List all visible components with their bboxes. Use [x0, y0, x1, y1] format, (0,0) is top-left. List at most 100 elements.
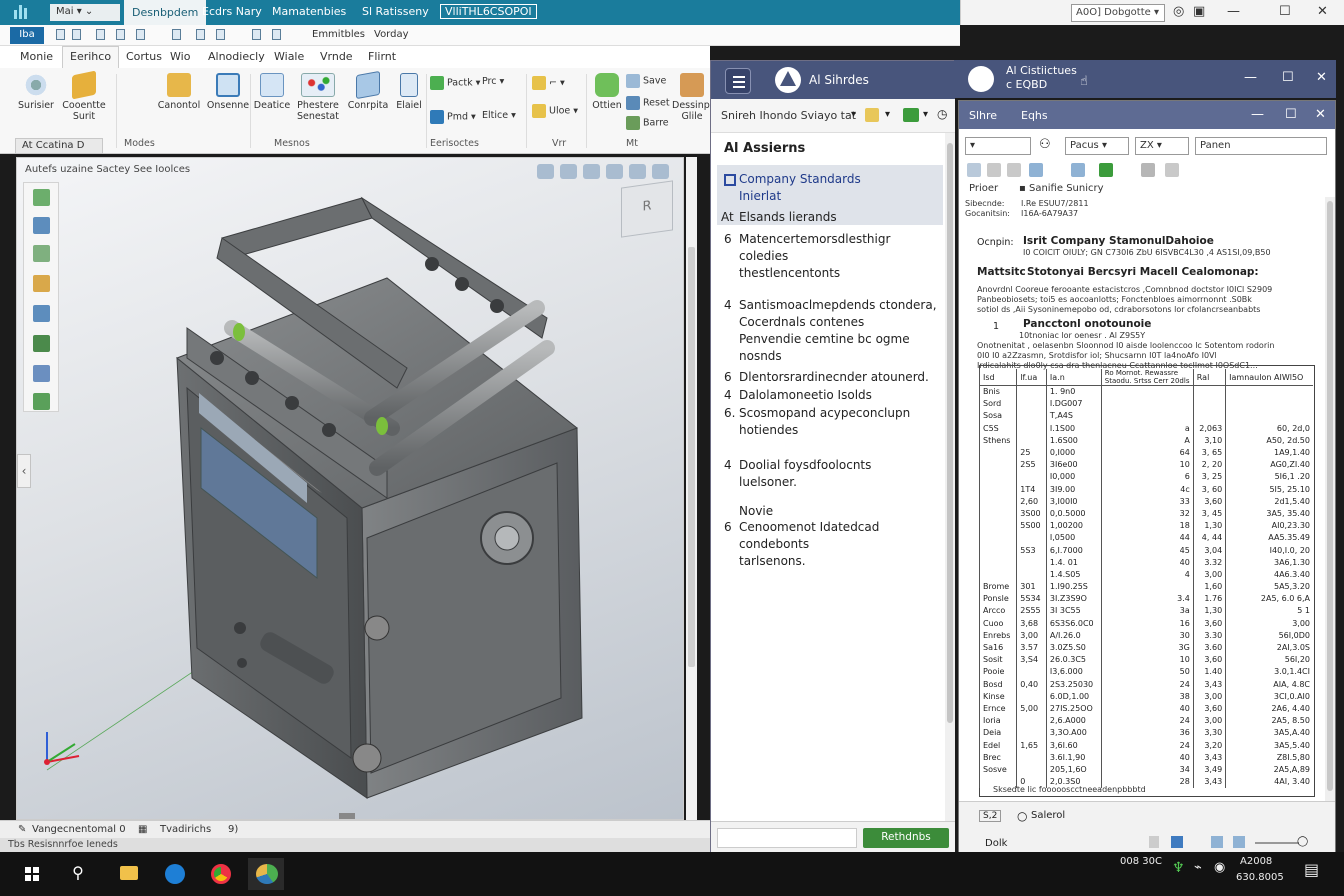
- deatice-button[interactable]: Deatice: [252, 73, 292, 111]
- list-item[interactable]: 4 Santismoaclmepdends ctondera, Cocerdna…: [711, 297, 943, 365]
- grid-icon[interactable]: [967, 163, 981, 177]
- menu-icon[interactable]: [725, 68, 751, 94]
- table-icon[interactable]: [1071, 163, 1085, 177]
- folder-icon[interactable]: [865, 108, 879, 122]
- dessinpra-button[interactable]: Dessinpra Glile: [672, 73, 719, 122]
- cad-model[interactable]: [17, 158, 684, 820]
- cad-scrollbar[interactable]: [686, 157, 697, 820]
- select-icon[interactable]: [216, 29, 225, 40]
- title-tab-1[interactable]: Desnbpdem: [124, 0, 207, 25]
- history-icon[interactable]: ◷: [937, 107, 947, 121]
- prc-button[interactable]: Prc ▾: [482, 76, 504, 87]
- maximize-icon[interactable]: ☐: [1285, 107, 1297, 122]
- save-icon[interactable]: [96, 29, 105, 40]
- coordinate-button[interactable]: Cooentte Surit: [58, 70, 110, 122]
- doc-dropdown-3[interactable]: ZX ▾: [1135, 137, 1189, 155]
- 3d-viewport[interactable]: Autefs uzaine Sactey See Ioolces R ‹: [16, 157, 684, 820]
- close-icon[interactable]: ✕: [1316, 70, 1327, 85]
- sketcher-button[interactable]: Surisier: [14, 73, 58, 111]
- reset-small-button[interactable]: Reset: [626, 96, 670, 110]
- scroll-thumb[interactable]: [1327, 201, 1333, 791]
- minimize-icon[interactable]: —: [1227, 4, 1240, 19]
- list-item[interactable]: 6. Scosmopand acypeconclupn hotiendes: [711, 405, 943, 439]
- list-item[interactable]: 6 Matencertemorsdlesthigr coledies thest…: [711, 231, 943, 282]
- comment-icon[interactable]: [1233, 836, 1245, 848]
- zoom-slider[interactable]: [1255, 842, 1299, 844]
- doc-dropdown-4[interactable]: Panen: [1195, 137, 1327, 155]
- status-mid[interactable]: Tvadirichs: [160, 824, 211, 835]
- doc-dropdown-2[interactable]: Pacus ▾: [1065, 137, 1129, 155]
- link-icon[interactable]: [987, 163, 1001, 177]
- elaiel-button[interactable]: Elaiel: [392, 73, 426, 111]
- toolbar-dropdown-icon[interactable]: ▾: [851, 109, 856, 120]
- quick-access-menu[interactable]: Mai ▾ ⌄: [50, 4, 120, 21]
- uloe-button[interactable]: Uloe ▾: [532, 104, 578, 118]
- list-item[interactable]: 4 Doolial foysdfoolocnts luelsoner.: [711, 457, 943, 491]
- save-small-button[interactable]: Save: [626, 74, 666, 88]
- tab-cortus[interactable]: Cortus: [126, 50, 162, 63]
- list-item[interactable]: 4 Dalolamoneetio Isolds: [711, 387, 943, 404]
- user-add-icon[interactable]: ⚇: [1039, 137, 1051, 152]
- edge-browser-icon[interactable]: [156, 858, 192, 890]
- close-icon[interactable]: ✕: [1315, 107, 1326, 122]
- chrome-browser-icon[interactable]: [202, 858, 238, 890]
- tab-wiale[interactable]: Wiale: [274, 50, 304, 63]
- maximize-icon[interactable]: ☐: [1282, 70, 1294, 85]
- hand-icon[interactable]: ☝: [1080, 74, 1088, 89]
- ai-prompt-input[interactable]: [717, 828, 857, 848]
- scroll-thumb[interactable]: [947, 143, 953, 723]
- quick-label-1[interactable]: Emmitbles: [312, 29, 365, 40]
- quick-label-2[interactable]: Vorday: [374, 29, 409, 40]
- tray-sound-icon[interactable]: ◉: [1214, 860, 1225, 875]
- toolbar-dropdown-icon[interactable]: ▾: [923, 109, 928, 120]
- doc-label-style[interactable]: ▪ Sanifie Sunicry: [1019, 183, 1104, 194]
- conrpita-button[interactable]: Conrpita: [346, 70, 390, 111]
- tag-icon[interactable]: [1007, 163, 1021, 177]
- notifications-icon[interactable]: ▤: [1304, 860, 1319, 879]
- drop-icon[interactable]: [1165, 163, 1179, 177]
- onsenne-button[interactable]: Onsenne: [206, 73, 250, 111]
- file-explorer-icon[interactable]: [110, 858, 146, 890]
- doc-scrollbar[interactable]: [1325, 197, 1335, 801]
- pmd-button[interactable]: Pmd ▾: [430, 110, 476, 124]
- ai-search-menu[interactable]: Snireh Ihondo Sviayo tat: [721, 109, 856, 122]
- status-grid-icon[interactable]: ▦: [138, 824, 147, 835]
- tab-monie[interactable]: Monie: [20, 50, 53, 63]
- clock-time[interactable]: A2008: [1240, 856, 1272, 867]
- tab-flirnt[interactable]: Flirnt: [368, 50, 396, 63]
- status-left[interactable]: Vangecnentomal 0: [32, 824, 126, 835]
- layout-icon[interactable]: [1171, 836, 1183, 848]
- green-flag-icon[interactable]: [903, 108, 919, 122]
- search-icon[interactable]: [1029, 163, 1043, 177]
- close-icon[interactable]: ✕: [1317, 4, 1328, 19]
- run-button[interactable]: Rethdnbs: [863, 828, 949, 848]
- columns-icon[interactable]: [1141, 163, 1155, 177]
- tab-wio[interactable]: Wio: [170, 50, 190, 63]
- maximize-icon[interactable]: ☐: [1279, 4, 1291, 19]
- title-tab-4[interactable]: Sl Ratisseny: [362, 5, 429, 18]
- help-icon[interactable]: ◎: [1173, 4, 1184, 19]
- phestere-button[interactable]: Phestere Senestat: [294, 73, 342, 122]
- app-menu-button[interactable]: Iba: [10, 27, 44, 44]
- doc-dropdown-1[interactable]: ▾: [965, 137, 1031, 155]
- toolbar-dropdown-icon[interactable]: ▾: [885, 109, 890, 120]
- open-file-icon[interactable]: [72, 29, 81, 40]
- minimize-icon[interactable]: —: [1251, 107, 1264, 122]
- clock-date[interactable]: 630.8005: [1236, 872, 1284, 883]
- tab-alnodiecly[interactable]: Alnodiecly: [208, 50, 265, 63]
- ai-scrollbar[interactable]: [945, 133, 955, 823]
- title-tab-2[interactable]: Ecdrs Nary: [202, 5, 262, 18]
- shape-dropdown-1[interactable]: ⌐ ▾: [532, 76, 565, 90]
- zoom-handle-icon[interactable]: ◯: [1297, 836, 1308, 847]
- panel-icon[interactable]: ▣: [1193, 4, 1205, 19]
- list-item[interactable]: Novie: [711, 503, 943, 520]
- viewport-scroll-handle[interactable]: [339, 813, 355, 819]
- page-indicator[interactable]: S,2: [979, 810, 1002, 822]
- start-button[interactable]: [14, 858, 50, 890]
- page-view-icon[interactable]: [1211, 836, 1223, 848]
- list-item[interactable]: At Elsands lierands: [711, 209, 943, 226]
- list-item[interactable]: Company Standards Inierlat: [711, 171, 943, 205]
- measure-icon[interactable]: [196, 29, 205, 40]
- model-tab[interactable]: At Ccatina D: [15, 138, 103, 154]
- tray-wifi-icon[interactable]: ⌁: [1194, 860, 1202, 875]
